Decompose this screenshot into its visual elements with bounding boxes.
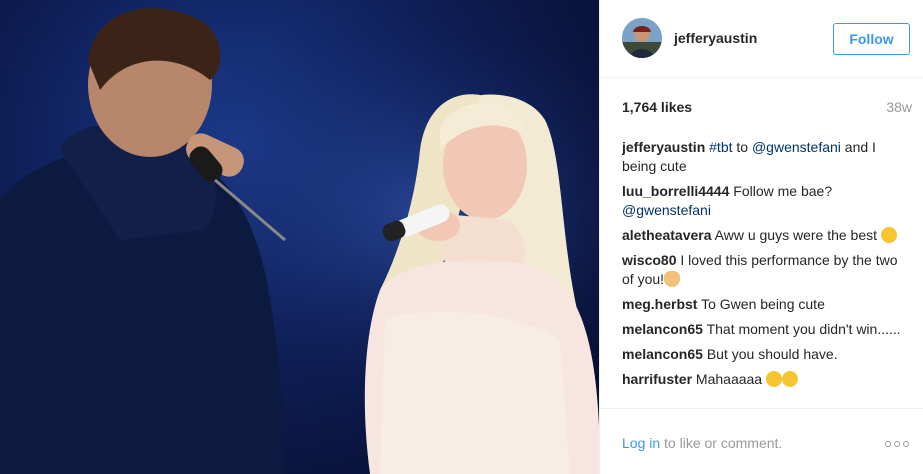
post-photo[interactable]: [0, 0, 599, 474]
comment-username[interactable]: meg.herbst: [622, 296, 697, 312]
avatar-icon: [622, 18, 662, 58]
likes-count[interactable]: 1,764 likes: [622, 99, 692, 115]
comment-link[interactable]: #tbt: [709, 139, 732, 155]
login-prompt: Log in to like or comment.: [622, 435, 782, 451]
comment-username[interactable]: harrifuster: [622, 371, 692, 387]
username[interactable]: jefferyaustin: [674, 30, 757, 46]
comment-item: jefferyaustin #tbt to @gwenstefani and I…: [622, 138, 904, 176]
more-dot: [903, 441, 909, 447]
comment-list[interactable]: jefferyaustin #tbt to @gwenstefani and I…: [622, 138, 904, 408]
post-photo-illustration: [0, 0, 599, 474]
comment-username[interactable]: wisco80: [622, 252, 676, 268]
comment-username[interactable]: melancon65: [622, 321, 703, 337]
comment-username[interactable]: melancon65: [622, 346, 703, 362]
login-prompt-text: to like or comment.: [660, 435, 783, 451]
avatar[interactable]: [622, 18, 662, 58]
comment-item: aletheatavera Aww u guys were the best: [622, 226, 904, 245]
comment-username[interactable]: jefferyaustin: [622, 139, 705, 155]
comment-text: But you should have.: [706, 346, 838, 362]
comment-text: Mahaaaaa: [695, 371, 766, 387]
likes-row: 1,764 likes 38w: [622, 99, 912, 119]
ok-hand-icon: [664, 271, 681, 287]
comment-link[interactable]: @gwenstefani: [752, 139, 841, 155]
comment-text: To Gwen being cute: [701, 296, 825, 312]
comment-username[interactable]: aletheatavera: [622, 227, 712, 243]
comment-text: Aww u guys were the best: [714, 227, 881, 243]
post-header: jefferyaustin Follow: [600, 0, 923, 78]
comment-item: harrifuster Mahaaaaa: [622, 370, 904, 389]
comment-username[interactable]: luu_borrelli4444: [622, 183, 729, 199]
more-dot: [885, 441, 891, 447]
more-dot: [894, 441, 900, 447]
comment-item: wisco80 I loved this performance by the …: [622, 251, 904, 289]
smile-icon: [880, 227, 897, 243]
comment-item: melancon65 But you should have.: [622, 345, 904, 364]
comment-text: Follow me bae?: [733, 183, 833, 199]
comment-text: That moment you didn't win......: [706, 321, 901, 337]
comment-item: meg.herbst To Gwen being cute: [622, 295, 904, 314]
comment-item: melancon65 That moment you didn't win...…: [622, 320, 904, 339]
comment-text: to: [732, 139, 752, 155]
login-link[interactable]: Log in: [622, 435, 660, 451]
post-footer: Log in to like or comment.: [600, 408, 923, 474]
comment-link[interactable]: @gwenstefani: [622, 202, 711, 218]
follow-button[interactable]: Follow: [833, 23, 910, 55]
post-side-panel: jefferyaustin Follow 1,764 likes 38w jef…: [599, 0, 923, 474]
smile-icon: [781, 371, 798, 387]
comment-item: luu_borrelli4444 Follow me bae? @gwenste…: [622, 182, 904, 220]
more-options-icon[interactable]: [885, 441, 909, 449]
post-age[interactable]: 38w: [886, 99, 912, 115]
smile-icon: [765, 371, 782, 387]
